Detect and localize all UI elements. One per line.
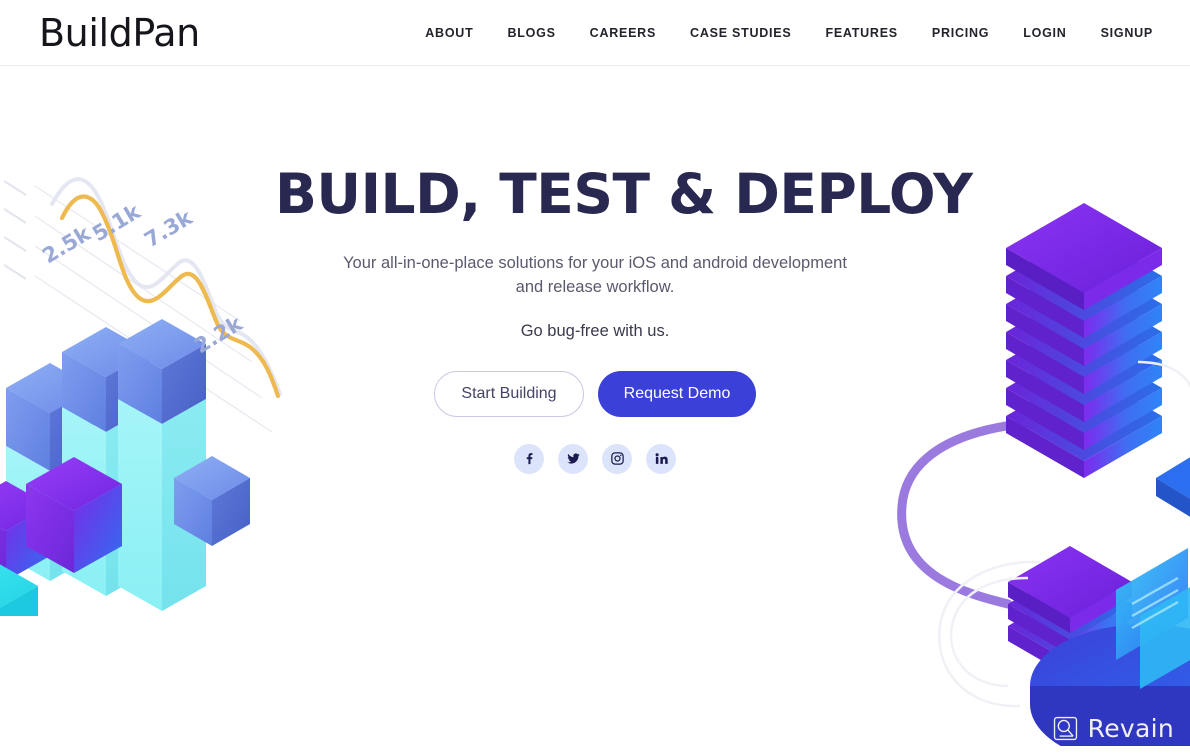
start-building-button[interactable]: Start Building	[434, 370, 584, 417]
hero-tagline: Go bug-free with us.	[520, 321, 670, 340]
social-links	[275, 443, 915, 474]
nav-item-blogs[interactable]: BLOGS	[490, 20, 572, 46]
magnifier-logo-icon	[1053, 716, 1077, 741]
main-navigation: ABOUT BLOGS CAREERS CASE STUDIES FEATURE…	[408, 0, 1170, 66]
linkedin-icon[interactable]	[646, 443, 676, 474]
cta-button-group: Start Building Request Demo	[275, 370, 915, 417]
nav-item-pricing[interactable]: PRICING	[915, 20, 1006, 46]
revain-watermark: Revain	[1052, 714, 1174, 743]
site-header: BuildPan ABOUT BLOGS CAREERS CASE STUDIE…	[0, 0, 1190, 66]
hero-section: 2.5k 5.1k 7.3k 2.2k BUILD, TEST & DEPLOY…	[0, 66, 1190, 753]
watermark-label: Revain	[1087, 714, 1174, 743]
nav-item-features[interactable]: FEATURES	[808, 20, 914, 46]
nav-item-login[interactable]: LOGIN	[1006, 20, 1083, 46]
hero-subtitle: Your all-in-one-place solutions for your…	[343, 253, 847, 296]
bar-label-1: 2.5k	[38, 221, 95, 268]
instagram-icon[interactable]	[602, 443, 632, 474]
bar-chart-illustration: 2.5k 5.1k 7.3k 2.2k	[0, 177, 282, 616]
nav-item-case-studies[interactable]: CASE STUDIES	[673, 20, 808, 46]
request-demo-button[interactable]: Request Demo	[598, 370, 756, 417]
nav-item-about[interactable]: ABOUT	[408, 20, 490, 46]
landing-page: BuildPan ABOUT BLOGS CAREERS CASE STUDIE…	[0, 0, 1190, 753]
bar-label-2: 5.1k	[88, 199, 145, 246]
facebook-icon[interactable]	[514, 443, 544, 474]
nav-item-careers[interactable]: CAREERS	[573, 20, 673, 46]
brand-logo[interactable]: BuildPan	[39, 9, 200, 57]
bar-label-3: 7.3k	[140, 205, 197, 252]
server-node	[1008, 546, 1132, 677]
nav-item-signup[interactable]: SIGNUP	[1084, 20, 1170, 46]
server-tower	[1006, 203, 1162, 478]
twitter-icon[interactable]	[558, 443, 588, 474]
page-title: BUILD, TEST & DEPLOY	[275, 162, 973, 226]
hero-content: BUILD, TEST & DEPLOY Your all-in-one-pla…	[275, 162, 973, 474]
bar-label-4: 2.2k	[190, 311, 247, 358]
